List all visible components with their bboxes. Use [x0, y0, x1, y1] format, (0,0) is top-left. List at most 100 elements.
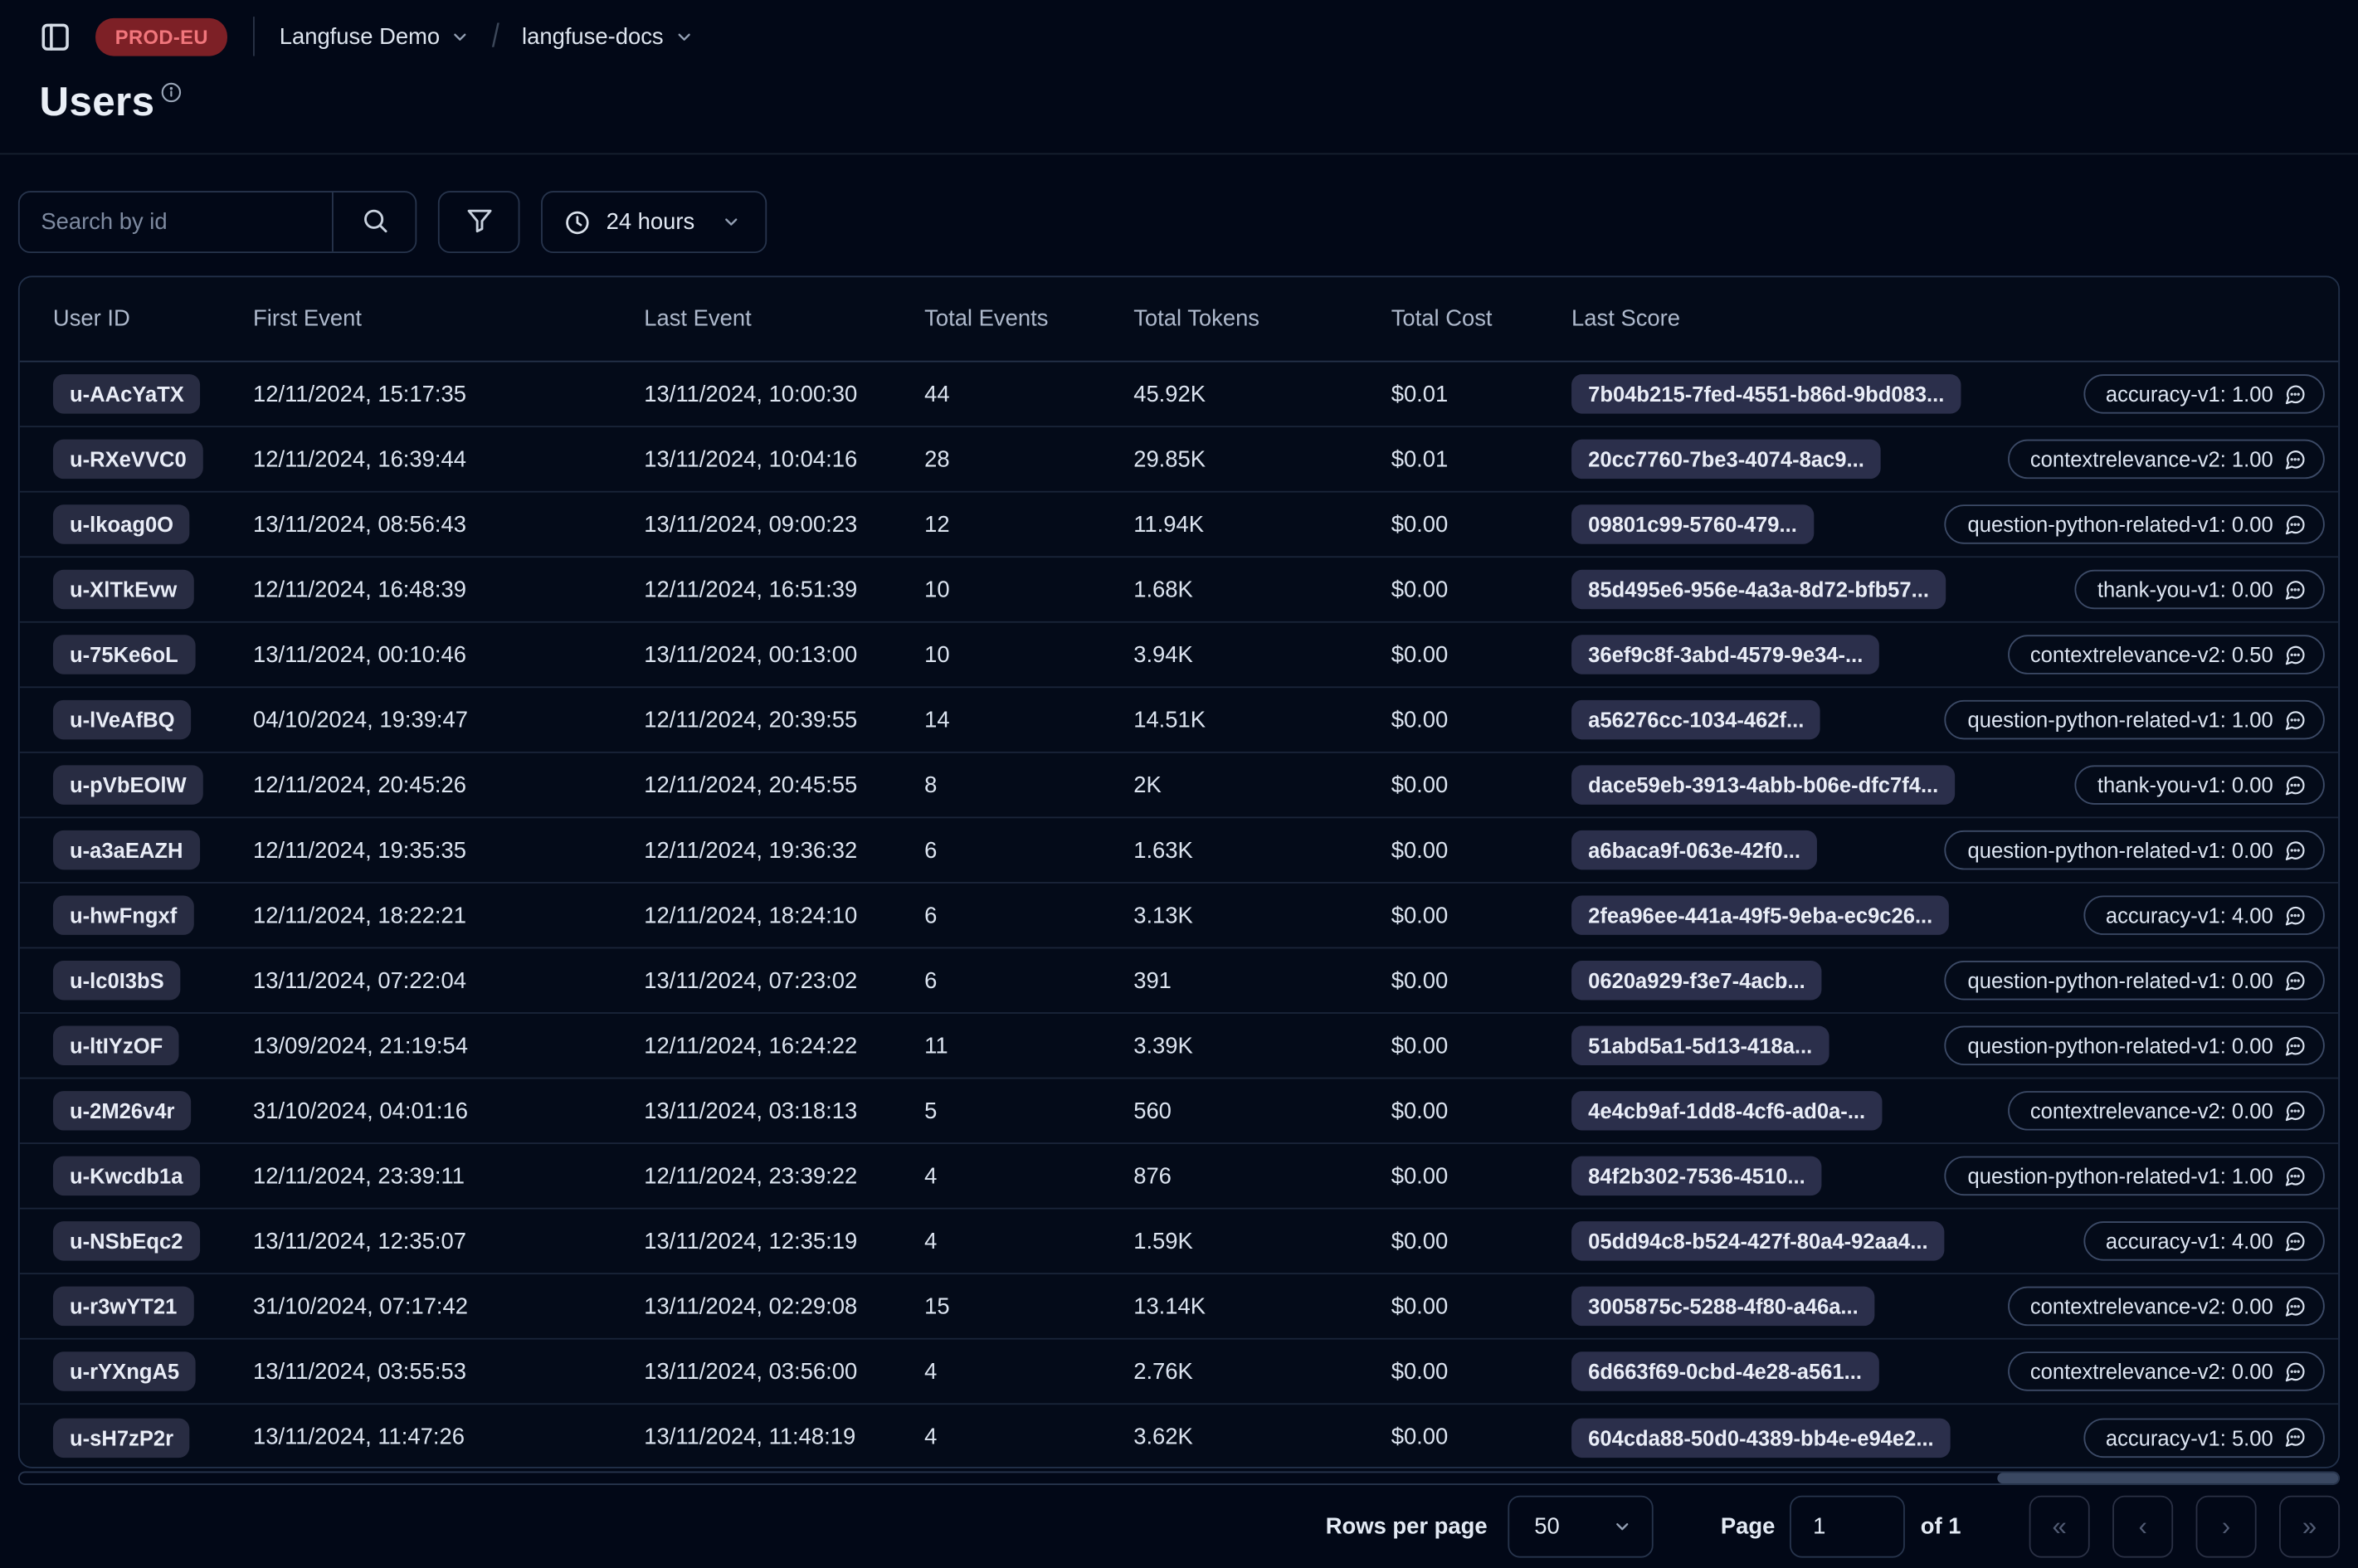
table-row[interactable]: u-a3aEAZH 12/11/2024, 19:35:35 12/11/202…: [19, 818, 2339, 884]
score-pill-label: accuracy-v1: 1.00: [2105, 382, 2273, 407]
user-id-badge[interactable]: u-2M26v4r: [52, 1091, 192, 1131]
score-pill[interactable]: question-python-related-v1: 0.00: [1945, 504, 2325, 544]
score-trace-id-badge[interactable]: 6d663f69-0cbd-4e28-a561...: [1571, 1351, 1879, 1391]
sidebar-toggle-button[interactable]: [39, 21, 71, 52]
filter-button[interactable]: [437, 191, 520, 254]
score-pill[interactable]: contextrelevance-v2: 1.00: [2007, 439, 2325, 480]
user-id-badge[interactable]: u-AAcYaTX: [52, 374, 201, 414]
table-body: u-AAcYaTX 12/11/2024, 15:17:35 13/11/202…: [19, 363, 2339, 1468]
table-row[interactable]: u-hwFngxf 12/11/2024, 18:22:21 12/11/202…: [19, 884, 2339, 949]
horizontal-scrollbar-track[interactable]: [17, 1471, 2341, 1485]
first-page-button[interactable]: «: [2029, 1495, 2090, 1558]
search-button[interactable]: [331, 192, 415, 252]
score-trace-id-badge[interactable]: 85d495e6-956e-4a3a-8d72-bfb57...: [1571, 569, 1946, 610]
score-trace-id-badge[interactable]: 05dd94c8-b524-427f-80a4-92aa4...: [1571, 1221, 1945, 1261]
table-row[interactable]: u-lc0I3bS 13/11/2024, 07:22:04 13/11/202…: [19, 948, 2339, 1014]
chevron-down-icon: [722, 212, 742, 232]
score-pill[interactable]: accuracy-v1: 1.00: [2083, 374, 2325, 414]
table-row[interactable]: u-lVeAfBQ 04/10/2024, 19:39:47 12/11/202…: [19, 688, 2339, 753]
time-range-value: 24 hours: [606, 209, 695, 236]
breadcrumb-project-switcher[interactable]: langfuse-docs: [522, 23, 694, 49]
user-id-badge[interactable]: u-r3wYT21: [52, 1286, 194, 1327]
score-pill[interactable]: contextrelevance-v2: 0.00: [2007, 1351, 2325, 1391]
column-header-first-event: First Event: [253, 305, 362, 332]
first-event-cell: 13/11/2024, 08:56:43: [253, 511, 466, 538]
previous-page-button[interactable]: ‹: [2112, 1495, 2174, 1558]
score-trace-id-badge[interactable]: 2fea96ee-441a-49f5-9eba-ec9c26...: [1571, 895, 1950, 935]
score-trace-id-badge[interactable]: dace59eb-3913-4abb-b06e-dfc7f4...: [1571, 765, 1956, 805]
table-row[interactable]: u-AAcYaTX 12/11/2024, 15:17:35 13/11/202…: [19, 363, 2339, 428]
score-pill[interactable]: accuracy-v1: 5.00: [2083, 1417, 2325, 1458]
score-pill[interactable]: contextrelevance-v2: 0.00: [2007, 1091, 2325, 1131]
user-id-badge[interactable]: u-XlTkEvw: [52, 569, 194, 610]
user-id-badge[interactable]: u-a3aEAZH: [52, 830, 200, 870]
title-row: Users: [0, 73, 2358, 126]
score-pill[interactable]: question-python-related-v1: 0.00: [1945, 830, 2325, 870]
score-pill[interactable]: contextrelevance-v2: 0.00: [2007, 1286, 2325, 1327]
score-trace-id-badge[interactable]: 3005875c-5288-4f80-a46a...: [1571, 1286, 1875, 1327]
score-trace-id-badge[interactable]: 0620a929-f3e7-4acb...: [1571, 960, 1822, 1001]
score-pill-label: question-python-related-v1: 1.00: [1967, 1163, 2273, 1188]
score-trace-id-badge[interactable]: 36ef9c8f-3abd-4579-9e34-...: [1571, 635, 1880, 674]
score-trace-id-badge[interactable]: 51abd5a1-5d13-418a...: [1571, 1025, 1829, 1066]
score-trace-id-badge[interactable]: 84f2b302-7536-4510...: [1571, 1156, 1822, 1196]
score-trace-id-badge[interactable]: 604cda88-50d0-4389-bb4e-e94e2...: [1571, 1417, 1951, 1458]
table-row[interactable]: u-2M26v4r 31/10/2024, 04:01:16 13/11/202…: [19, 1079, 2339, 1144]
score-trace-id-badge[interactable]: 4e4cb9af-1dd8-4cf6-ad0a-...: [1571, 1091, 1883, 1131]
score-trace-id-badge[interactable]: 20cc7760-7be3-4074-8ac9...: [1571, 439, 1881, 480]
breadcrumb-separator: /: [492, 17, 500, 55]
horizontal-scrollbar-thumb[interactable]: [1997, 1473, 2339, 1484]
table-row[interactable]: u-pVbEOlW 12/11/2024, 20:45:26 12/11/202…: [19, 753, 2339, 819]
table-row[interactable]: u-r3wYT21 31/10/2024, 07:17:42 13/11/202…: [19, 1274, 2339, 1340]
total-tokens-cell: 11.94K: [1133, 511, 1205, 538]
user-id-badge[interactable]: u-Kwcdb1a: [52, 1156, 200, 1196]
table-row[interactable]: u-Kwcdb1a 12/11/2024, 23:39:11 12/11/202…: [19, 1144, 2339, 1210]
score-pill[interactable]: accuracy-v1: 4.00: [2083, 1221, 2325, 1261]
page-number-input[interactable]: [1790, 1495, 1906, 1558]
table-row[interactable]: u-lkoag0O 13/11/2024, 08:56:43 13/11/202…: [19, 493, 2339, 558]
score-pill[interactable]: thank-you-v1: 0.00: [2074, 569, 2325, 610]
user-id-badge[interactable]: u-lkoag0O: [52, 504, 191, 544]
comment-bubble-icon: [2284, 382, 2307, 405]
score-pill[interactable]: question-python-related-v1: 0.00: [1945, 960, 2325, 1001]
total-events-cell: 11: [924, 1032, 948, 1059]
user-id-badge[interactable]: u-lc0I3bS: [52, 960, 181, 1001]
next-page-button[interactable]: ›: [2195, 1495, 2257, 1558]
time-range-select[interactable]: 24 hours: [541, 191, 767, 254]
table-row[interactable]: u-rYXngA5 13/11/2024, 03:55:53 13/11/202…: [19, 1340, 2339, 1405]
table-row[interactable]: u-XlTkEvw 12/11/2024, 16:48:39 12/11/202…: [19, 558, 2339, 623]
table-row[interactable]: u-RXeVVC0 12/11/2024, 16:39:44 13/11/202…: [19, 427, 2339, 493]
users-table: User ID First Event Last Event Total Eve…: [17, 275, 2341, 1468]
rows-per-page-select[interactable]: 50: [1508, 1495, 1654, 1558]
table-row[interactable]: u-75Ke6oL 13/11/2024, 00:10:46 13/11/202…: [19, 623, 2339, 689]
table-row[interactable]: u-sH7zP2r 13/11/2024, 11:47:26 13/11/202…: [20, 1405, 2339, 1467]
search-input[interactable]: [19, 192, 332, 252]
score-trace-id-badge[interactable]: a6baca9f-063e-42f0...: [1571, 830, 1818, 870]
score-trace-id-badge[interactable]: a56276cc-1034-462f...: [1571, 699, 1821, 740]
user-id-badge[interactable]: u-rYXngA5: [52, 1351, 197, 1391]
user-id-badge[interactable]: u-75Ke6oL: [52, 635, 195, 674]
score-pill[interactable]: question-python-related-v1: 1.00: [1945, 1156, 2325, 1196]
table-header-row: User ID First Event Last Event Total Eve…: [19, 277, 2339, 363]
comment-bubble-icon: [2284, 969, 2307, 991]
score-pill[interactable]: thank-you-v1: 0.00: [2074, 765, 2325, 805]
user-id-badge[interactable]: u-NSbEqc2: [52, 1221, 200, 1261]
score-pill[interactable]: accuracy-v1: 4.00: [2083, 895, 2325, 935]
score-pill[interactable]: contextrelevance-v2: 0.50: [2007, 635, 2325, 674]
score-trace-id-badge[interactable]: 7b04b215-7fed-4551-b86d-9bd083...: [1571, 374, 1961, 414]
table-row[interactable]: u-NSbEqc2 13/11/2024, 12:35:07 13/11/202…: [19, 1210, 2339, 1275]
user-id-badge[interactable]: u-lVeAfBQ: [52, 699, 192, 740]
user-id-badge[interactable]: u-pVbEOlW: [52, 765, 203, 805]
table-row[interactable]: u-ltIYzOF 13/09/2024, 21:19:54 12/11/202…: [19, 1014, 2339, 1079]
user-id-badge[interactable]: u-RXeVVC0: [52, 439, 203, 480]
info-icon[interactable]: [161, 82, 183, 104]
breadcrumb-org-switcher[interactable]: Langfuse Demo: [280, 23, 470, 49]
user-id-badge[interactable]: u-hwFngxf: [52, 895, 194, 935]
user-id-badge[interactable]: u-sH7zP2r: [52, 1417, 191, 1458]
last-page-button[interactable]: »: [2279, 1495, 2341, 1558]
score-trace-id-badge[interactable]: 09801c99-5760-479...: [1571, 504, 1814, 544]
column-header-user-id: User ID: [52, 305, 130, 332]
score-pill[interactable]: question-python-related-v1: 0.00: [1945, 1025, 2325, 1066]
user-id-badge[interactable]: u-ltIYzOF: [52, 1025, 180, 1066]
score-pill[interactable]: question-python-related-v1: 1.00: [1945, 699, 2325, 740]
